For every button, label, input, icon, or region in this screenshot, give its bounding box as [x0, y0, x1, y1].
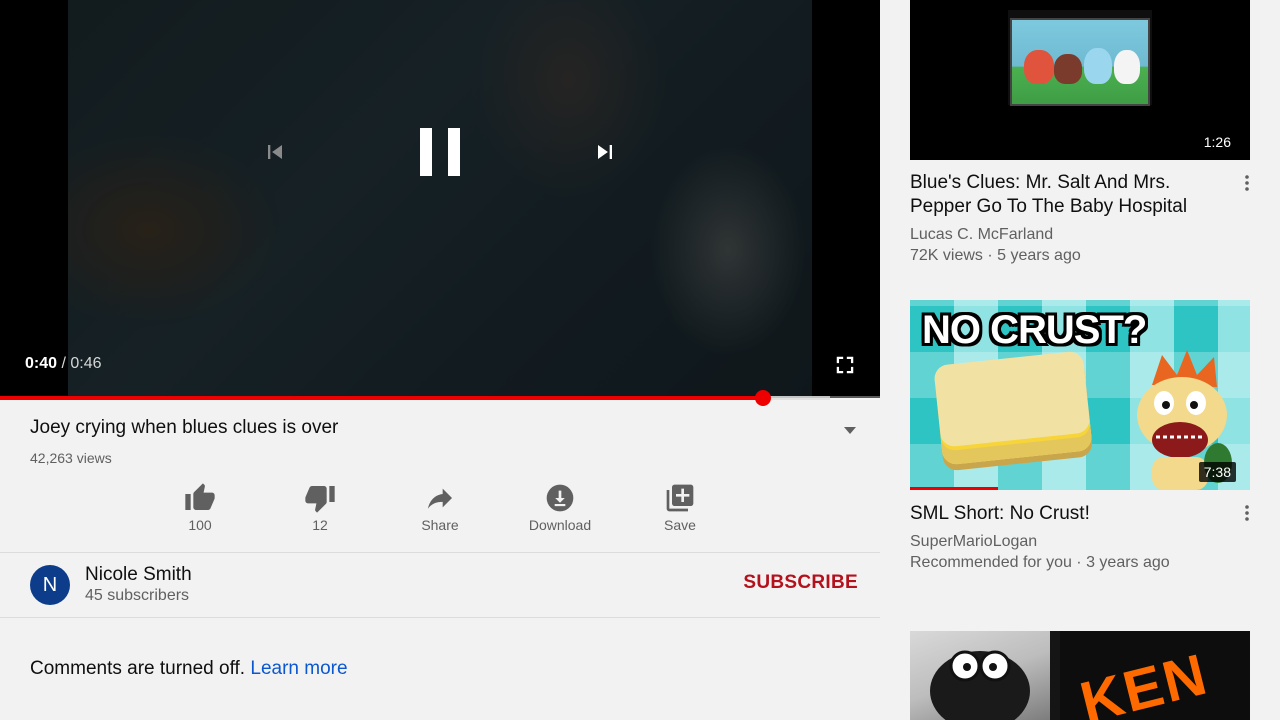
comments-disabled-notice: Comments are turned off. Learn more	[30, 658, 348, 680]
related-video-title[interactable]: Blue's Clues: Mr. Salt And Mrs. Pepper G…	[910, 171, 1230, 219]
related-video-channel: Lucas C. McFarland	[910, 226, 1054, 243]
more-vert-icon	[1245, 505, 1249, 521]
view-count: 42,263 views	[30, 450, 112, 466]
more-options-button[interactable]	[1238, 502, 1256, 524]
dislike-count: 12	[312, 517, 328, 533]
thumbs-up-icon	[185, 483, 215, 510]
current-time: 0:40	[25, 355, 58, 372]
more-vert-icon	[1245, 175, 1249, 191]
pause-button[interactable]	[414, 122, 466, 182]
related-video-channel: SuperMarioLogan	[910, 533, 1038, 550]
channel-avatar[interactable]: N	[30, 565, 70, 605]
expand-description-button[interactable]	[840, 422, 860, 438]
related-video-meta: Recommended for you · 3 years ago	[910, 554, 1170, 571]
more-options-button[interactable]	[1238, 172, 1256, 194]
related-video-meta: 72K views · 5 years ago	[910, 247, 1081, 264]
divider	[0, 617, 880, 618]
divider	[0, 552, 880, 553]
skip-next-icon	[598, 145, 612, 159]
dislike-button[interactable]: 12	[260, 482, 380, 533]
thumbnail-caption: NO CRUST?	[922, 308, 1147, 352]
total-time: 0:46	[70, 355, 102, 372]
duration-badge: 7:38	[1198, 462, 1236, 482]
fullscreen-icon	[836, 356, 854, 374]
download-icon	[546, 484, 574, 512]
thumbs-down-icon	[305, 486, 335, 513]
subscribe-button[interactable]: SUBSCRIBE	[738, 572, 868, 600]
related-videos-sidebar: 1:26 Blue's Clues: Mr. Salt And Mrs. Pep…	[880, 0, 1280, 720]
progress-bar[interactable]	[0, 390, 880, 406]
share-button[interactable]: Share	[380, 482, 500, 533]
subscriber-count: 45 subscribers	[85, 587, 190, 604]
channel-name[interactable]: Nicole Smith	[85, 564, 192, 586]
comments-off-text: Comments are turned off.	[30, 658, 246, 679]
skip-previous-icon	[268, 145, 282, 159]
thumbnail-image	[1010, 18, 1150, 106]
chevron-down-icon	[844, 427, 856, 434]
buffered-bar	[762, 396, 830, 400]
related-video-thumbnail[interactable]: NO CRUST? 7:38	[910, 300, 1250, 490]
youtube-watch-page: 0:40 / 0:46 Joey crying when blues clues…	[0, 0, 1280, 720]
like-count: 100	[188, 517, 212, 533]
share-label: Share	[421, 517, 459, 533]
next-video-button[interactable]	[585, 132, 625, 172]
fullscreen-button[interactable]	[830, 350, 860, 380]
learn-more-link[interactable]: Learn more	[250, 658, 347, 679]
sandwich-image	[933, 350, 1093, 466]
download-label: Download	[528, 517, 592, 533]
pause-icon	[420, 128, 460, 176]
time-separator: /	[57, 355, 71, 372]
video-player[interactable]: 0:40 / 0:46	[0, 0, 880, 398]
previous-video-button[interactable]	[255, 132, 295, 172]
related-video-thumbnail[interactable]: KEN	[910, 631, 1250, 720]
video-title: Joey crying when blues clues is over	[30, 417, 339, 438]
playlist-add-icon	[666, 484, 694, 512]
scrubber-handle[interactable]	[754, 390, 771, 406]
watched-progress	[910, 487, 999, 490]
save-button[interactable]: Save	[620, 482, 740, 533]
character-image	[930, 650, 1030, 720]
video-frame	[68, 0, 812, 398]
related-video-title[interactable]: SML Short: No Crust!	[910, 502, 1230, 526]
action-bar: 100 12 Share Download Save	[140, 482, 740, 538]
like-button[interactable]: 100	[140, 482, 260, 533]
time-display: 0:40 / 0:46	[25, 355, 102, 373]
duration-badge: 1:26	[1198, 132, 1236, 152]
thumbnail-image	[910, 631, 1050, 720]
played-bar	[0, 396, 763, 400]
save-label: Save	[664, 517, 696, 533]
download-button[interactable]: Download	[500, 482, 620, 533]
related-video-thumbnail[interactable]: 1:26	[910, 0, 1250, 160]
share-arrow-icon	[428, 488, 452, 509]
